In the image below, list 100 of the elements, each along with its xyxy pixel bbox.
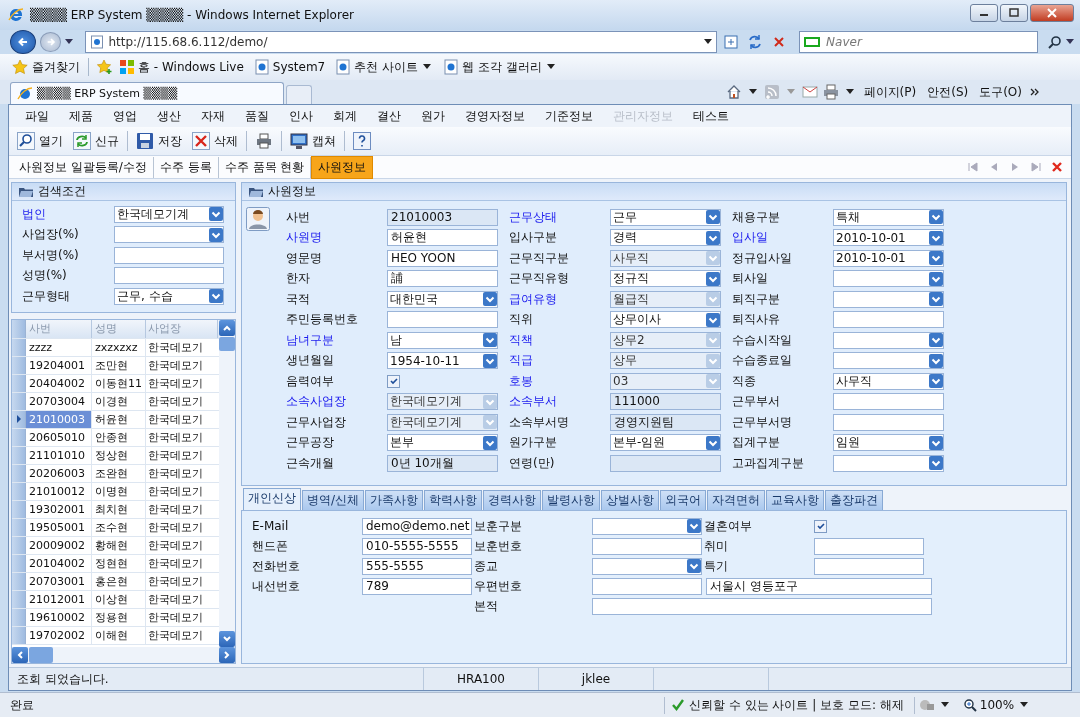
detail-tab[interactable]: 출장파견 — [825, 490, 884, 510]
dropdown-field[interactable]: 한국데모기계 — [387, 413, 498, 431]
dropdown-field[interactable]: 근무 — [610, 208, 721, 226]
text-field[interactable]: demo@demo.net — [362, 517, 472, 535]
grid-row[interactable]: 19302001 최치현 한국데모기 — [12, 500, 219, 519]
dropdown-field[interactable]: 상무이사 — [610, 311, 721, 329]
text-field[interactable] — [592, 537, 702, 555]
grid-row[interactable]: 19204001 조만현 한국데모기 — [12, 356, 219, 375]
capture-button[interactable]: 캡쳐 — [288, 130, 338, 152]
scroll-thumb[interactable] — [219, 336, 235, 351]
text-field[interactable]: 111000 — [610, 393, 721, 411]
grid-row[interactable]: 21101010 정상현 한국데모기 — [12, 446, 219, 465]
detail-tab[interactable]: 발령사항 — [542, 490, 601, 510]
text-field[interactable]: 서울시 영등포구 — [706, 577, 932, 595]
detail-tab[interactable]: 외국어 — [660, 490, 707, 510]
dropdown-field[interactable] — [114, 226, 224, 244]
new-button[interactable]: 신규 — [71, 130, 121, 152]
back-button[interactable] — [10, 30, 36, 54]
dropdown-field[interactable] — [833, 290, 944, 308]
dropdown-field[interactable]: 2010-10-01 — [833, 229, 944, 247]
dropdown-field[interactable]: 03 — [610, 372, 721, 390]
dropdown-field[interactable]: 본부 — [387, 434, 498, 452]
first-record-icon[interactable] — [967, 161, 979, 173]
text-field[interactable]: 허윤현 — [387, 229, 498, 247]
dropdown-field[interactable]: 상무 — [610, 352, 721, 370]
text-field[interactable]: 555-5555 — [362, 557, 472, 575]
checkbox[interactable] — [387, 374, 400, 388]
grid-row[interactable]: 21010012 이명현 한국데모기 — [12, 482, 219, 501]
text-field[interactable]: HEO YOON — [387, 249, 498, 267]
text-field[interactable] — [833, 311, 944, 329]
dropdown-field[interactable] — [833, 270, 944, 288]
detail-tab[interactable]: 학력사항 — [424, 490, 483, 510]
dropdown-field[interactable]: 상무2 — [610, 331, 721, 349]
text-field[interactable]: 010-5555-5555 — [362, 537, 472, 555]
caret-icon[interactable] — [1066, 39, 1074, 45]
feed-icon[interactable] — [763, 84, 780, 100]
dropdown-field[interactable]: 대한민국 — [387, 290, 498, 308]
grid-row[interactable]: 19505001 조수현 한국데모기 — [12, 518, 219, 537]
detail-tab[interactable]: 자격면허 — [707, 490, 766, 510]
text-field[interactable]: 0년 10개월 — [387, 454, 498, 472]
search-field[interactable]: Naver — [799, 31, 1038, 53]
caret-icon[interactable] — [748, 89, 757, 95]
print-icon[interactable] — [822, 84, 839, 100]
dropdown-field[interactable]: 1954-10-11 — [387, 352, 498, 370]
home-icon[interactable] — [725, 84, 742, 100]
grid-row[interactable]: 20404002 이동현11 한국데모기 — [12, 374, 219, 393]
scroll-thumb[interactable] — [29, 647, 53, 663]
checkbox[interactable] — [814, 519, 827, 533]
detail-tab[interactable]: 경력사항 — [483, 490, 542, 510]
scroll-left-button[interactable] — [12, 647, 28, 663]
caret-icon[interactable] — [845, 89, 854, 95]
dropdown-field[interactable] — [833, 352, 944, 370]
vertical-scrollbar[interactable] — [219, 319, 235, 647]
command-menu[interactable]: 안전(S) — [924, 83, 972, 101]
document-tab[interactable]: 수주 등록 — [153, 156, 219, 178]
delete-button[interactable]: 삭제 — [190, 130, 240, 152]
menu-item[interactable]: 인사 — [289, 107, 313, 125]
document-tab[interactable]: 사원정보 일괄등록/수정 — [13, 156, 154, 178]
caret-icon[interactable] — [65, 39, 74, 45]
dropdown-field[interactable]: 임원 — [833, 434, 944, 452]
favorite-link[interactable]: 웹 조각 갤러리 — [443, 58, 557, 76]
text-field[interactable] — [592, 597, 932, 615]
last-record-icon[interactable] — [1030, 161, 1042, 173]
menu-item[interactable]: 원가 — [421, 107, 445, 125]
dropdown-field[interactable] — [592, 557, 702, 575]
dropdown-field[interactable]: 본부-임원 — [610, 434, 721, 452]
grid-row[interactable]: 20703004 이경현 한국데모기 — [12, 392, 219, 411]
text-field[interactable] — [833, 393, 944, 411]
grid-row[interactable]: 20104002 정현현 한국데모기 — [12, 554, 219, 573]
text-field[interactable] — [814, 557, 924, 575]
menu-item[interactable]: 결산 — [377, 107, 401, 125]
menu-item[interactable]: 경영자정보 — [465, 107, 525, 125]
grid-row[interactable]: 21010003 허윤현 한국데모기 — [12, 410, 219, 429]
dropdown-field[interactable]: 사무직 — [610, 249, 721, 267]
caret-icon[interactable] — [940, 702, 949, 708]
text-field[interactable] — [114, 246, 224, 264]
save-button[interactable]: 저장 — [134, 130, 184, 152]
dropdown-field[interactable]: 정규직 — [610, 270, 721, 288]
dropdown-field[interactable] — [833, 331, 944, 349]
browser-tab[interactable]: ▒▒▒▒ ERP System ▒▒▒▒ — [10, 82, 284, 104]
text-field[interactable] — [814, 537, 924, 555]
dropdown-field[interactable]: 한국데모기계 — [387, 393, 498, 411]
grid-row[interactable]: 20206003 조완현 한국데모기 — [12, 464, 219, 483]
new-tab-button[interactable] — [286, 85, 312, 104]
favorite-link[interactable]: 홈 - Windows Live — [119, 58, 244, 76]
detail-tab[interactable]: 가족사항 — [365, 490, 424, 510]
grid-row[interactable]: 21012001 이상현 한국데모기 — [12, 590, 219, 609]
detail-tab[interactable]: 상벌사항 — [601, 490, 660, 510]
text-field[interactable] — [610, 454, 721, 472]
dropdown-field[interactable]: 2010-10-01 — [833, 249, 944, 267]
scroll-down-button[interactable] — [219, 631, 235, 647]
text-field[interactable] — [592, 577, 702, 595]
menu-item[interactable]: 생산 — [157, 107, 181, 125]
dropdown-field[interactable]: 근무, 수습 — [114, 287, 224, 305]
chevron-icon[interactable] — [1030, 88, 1040, 96]
open-button[interactable]: 열기 — [15, 130, 65, 152]
dropdown-field[interactable]: 한국데모기계 — [114, 205, 224, 223]
command-menu[interactable]: 도구(O) — [976, 83, 1025, 101]
favorites-button[interactable]: 즐겨찾기 — [12, 58, 80, 76]
caret-icon[interactable] — [704, 39, 713, 45]
